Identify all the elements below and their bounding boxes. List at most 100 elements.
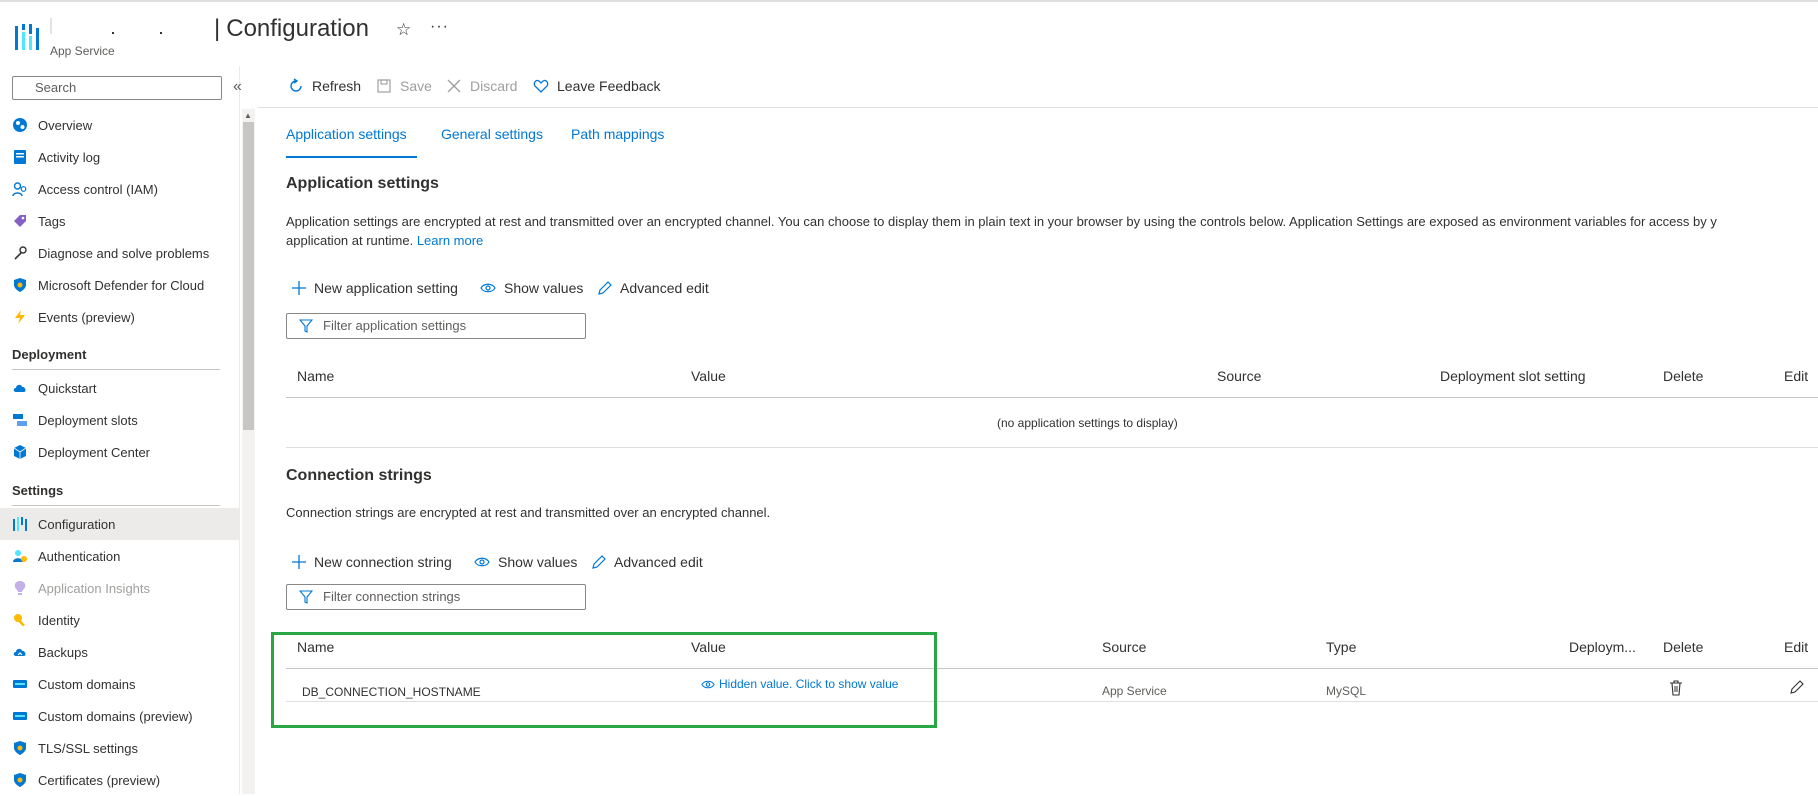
sidebar-item-deployment-center[interactable]: Deployment Center xyxy=(0,436,240,468)
sidebar-item-overview[interactable]: Overview xyxy=(0,109,240,141)
sidebar-item-diagnose[interactable]: Diagnose and solve problems xyxy=(0,237,240,269)
type-cell: MySQL xyxy=(1326,684,1367,698)
tab-general-settings[interactable]: General settings xyxy=(441,126,543,142)
column-header-value[interactable]: Value xyxy=(691,368,726,384)
sidebar-scrollbar-thumb[interactable] xyxy=(243,122,254,430)
filter-connection-strings-input[interactable]: Filter connection strings xyxy=(286,584,586,610)
column-header-deployment-slot[interactable]: Deploym... xyxy=(1569,639,1636,655)
cloud-icon xyxy=(13,384,26,392)
tag-icon xyxy=(14,215,26,227)
discard-button[interactable]: Discard xyxy=(446,78,517,94)
active-tab-indicator xyxy=(286,156,417,158)
more-options-button[interactable]: ··· xyxy=(430,18,449,36)
connection-strings-description: Connection strings are encrypted at rest… xyxy=(286,505,771,520)
save-button[interactable]: Save xyxy=(376,78,432,94)
learn-more-link[interactable]: Learn more xyxy=(417,233,483,248)
save-icon xyxy=(377,79,391,93)
sidebar-item-application-insights[interactable]: Application Insights xyxy=(0,572,240,604)
sidebar-item-activity-log[interactable]: Activity log xyxy=(0,141,240,173)
new-connection-string-button[interactable]: New connection string xyxy=(292,554,452,570)
cube-icon xyxy=(13,445,27,459)
heart-icon xyxy=(533,79,549,93)
section-heading-deployment: Deployment xyxy=(12,347,87,362)
insights-icon xyxy=(14,581,26,595)
configuration-logo-icon xyxy=(15,24,39,50)
sidebar-item-quickstart[interactable]: Quickstart xyxy=(0,372,240,404)
column-header-delete: Delete xyxy=(1663,368,1704,384)
app-settings-description: Application settings are encrypted at re… xyxy=(286,214,1717,248)
wrench-icon xyxy=(14,246,27,260)
refresh-button[interactable]: Refresh xyxy=(288,78,361,94)
backup-icon xyxy=(13,648,26,656)
sidebar-item-authentication[interactable]: Authentication xyxy=(0,540,240,572)
identity-key-icon xyxy=(14,614,25,627)
activity-log-icon xyxy=(14,150,26,164)
new-application-setting-button[interactable]: New application setting xyxy=(292,280,458,296)
leave-feedback-button[interactable]: Leave Feedback xyxy=(533,78,661,94)
resource-name xyxy=(50,18,165,36)
highlight-box xyxy=(271,632,937,728)
shield-icon xyxy=(14,278,26,292)
sidebar-item-tls-ssl[interactable]: TLS/SSL settings xyxy=(0,732,240,764)
scroll-up-arrow-icon[interactable]: ▲ xyxy=(244,111,252,120)
divider xyxy=(12,369,220,370)
sidebar-item-configuration[interactable]: Configuration xyxy=(0,508,240,540)
star-icon[interactable]: ☆ xyxy=(396,20,411,40)
tab-application-settings[interactable]: Application settings xyxy=(286,126,407,142)
show-values-button[interactable]: Show values xyxy=(480,280,583,296)
eye-icon xyxy=(474,557,490,567)
sidebar-item-custom-domains[interactable]: Custom domains xyxy=(0,668,240,700)
connection-strings-heading: Connection strings xyxy=(286,467,432,484)
show-values-button[interactable]: Show values xyxy=(474,554,577,570)
sidebar-item-identity[interactable]: Identity xyxy=(0,604,240,636)
configuration-icon xyxy=(13,517,27,531)
collapse-sidebar-button[interactable]: « xyxy=(233,78,242,96)
lightning-icon xyxy=(15,310,25,324)
sidebar-item-custom-domains-preview[interactable]: Custom domains (preview) xyxy=(0,700,240,732)
refresh-icon xyxy=(290,78,302,92)
advanced-edit-button[interactable]: Advanced edit xyxy=(592,554,703,570)
sidebar-item-events[interactable]: Events (preview) xyxy=(0,301,240,333)
plus-icon xyxy=(292,555,306,569)
pencil-icon xyxy=(592,555,606,569)
tab-path-mappings[interactable]: Path mappings xyxy=(571,126,664,142)
close-icon xyxy=(447,79,461,93)
advanced-edit-button[interactable]: Advanced edit xyxy=(598,280,709,296)
service-type-label: App Service xyxy=(50,44,115,58)
filter-icon xyxy=(299,590,313,604)
command-bar: Refresh Save Discard Leave Feedback xyxy=(258,66,1818,108)
pencil-icon xyxy=(598,281,612,295)
slots-icon xyxy=(13,414,27,426)
column-header-type[interactable]: Type xyxy=(1326,639,1356,655)
sidebar: Search « ▲ Overview Activity log Access … xyxy=(0,66,255,796)
column-header-source[interactable]: Source xyxy=(1217,368,1261,384)
iam-icon xyxy=(12,182,27,197)
column-header-source[interactable]: Source xyxy=(1102,639,1146,655)
empty-table-message: (no application settings to display) xyxy=(997,416,1178,430)
sidebar-search-input[interactable]: Search xyxy=(12,76,222,100)
sidebar-item-defender[interactable]: Microsoft Defender for Cloud xyxy=(0,269,240,301)
sidebar-item-iam[interactable]: Access control (IAM) xyxy=(0,173,240,205)
column-header-name[interactable]: Name xyxy=(297,368,334,384)
column-header-delete: Delete xyxy=(1663,639,1704,655)
section-heading-settings: Settings xyxy=(12,483,64,498)
domain-icon xyxy=(13,680,27,688)
trash-icon[interactable] xyxy=(1669,680,1683,696)
eye-icon xyxy=(480,283,496,293)
shield-icon xyxy=(14,741,26,755)
sidebar-item-certificates[interactable]: Certificates (preview) xyxy=(0,764,240,796)
column-header-edit: Edit xyxy=(1784,368,1809,384)
pencil-icon[interactable] xyxy=(1790,680,1804,694)
sidebar-item-deployment-slots[interactable]: Deployment slots xyxy=(0,404,240,436)
table-header-divider xyxy=(286,397,1818,398)
column-header-deployment-slot-setting[interactable]: Deployment slot setting xyxy=(1440,368,1586,384)
sidebar-item-backups[interactable]: Backups xyxy=(0,636,240,668)
overview-icon xyxy=(13,118,27,132)
filter-application-settings-input[interactable]: Filter application settings xyxy=(286,313,586,339)
source-cell: App Service xyxy=(1102,684,1167,698)
domain-icon xyxy=(13,712,27,720)
page-title: | Configuration xyxy=(214,15,369,42)
table-divider xyxy=(286,447,1818,448)
sidebar-item-tags[interactable]: Tags xyxy=(0,205,240,237)
authentication-icon xyxy=(13,550,27,562)
